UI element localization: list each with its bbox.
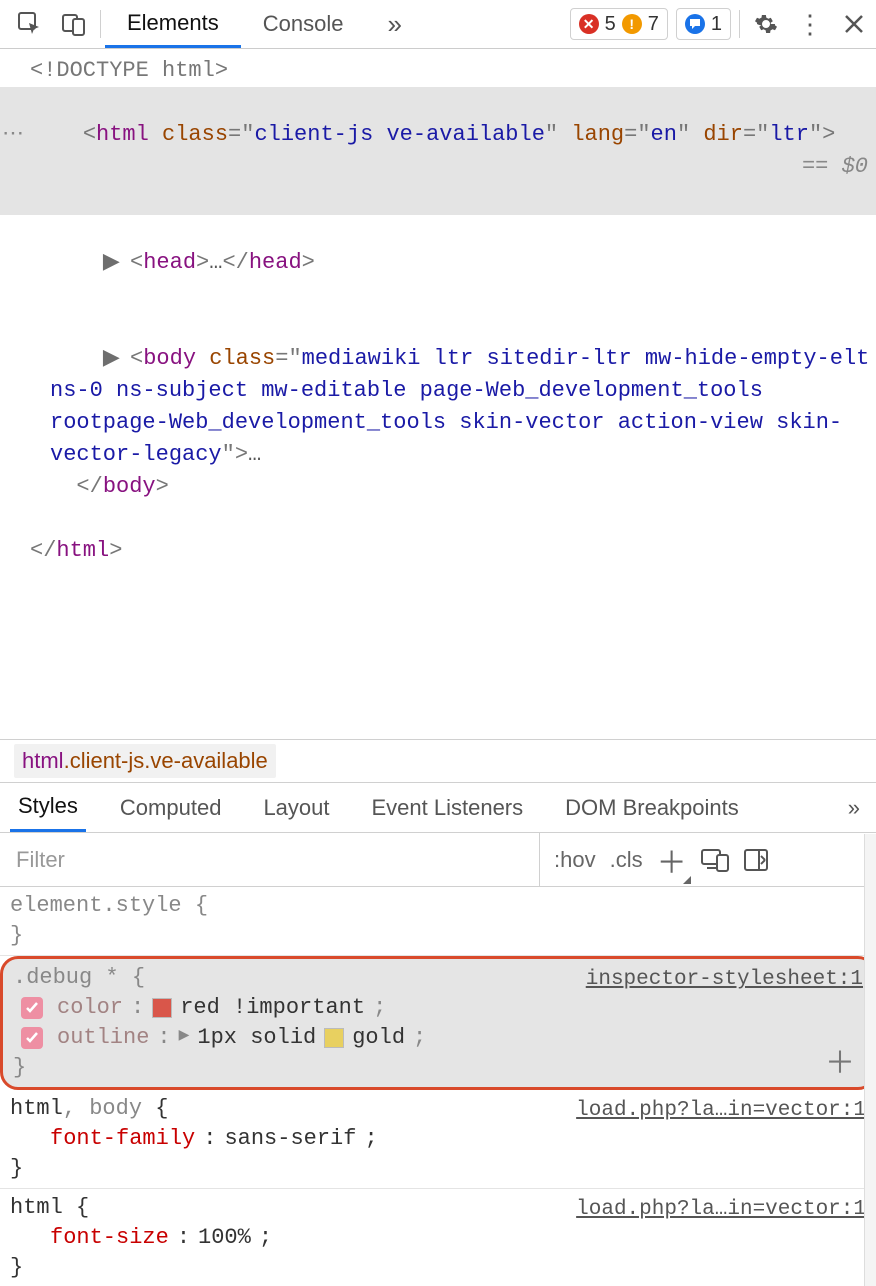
kebab-menu-icon[interactable]: ⋮ <box>788 0 832 48</box>
message-counts[interactable]: 1 <box>676 8 731 40</box>
devtools-toolbar: Elements Console » ✕ 5 7 1 ⋮ <box>0 0 876 49</box>
property-line[interactable]: color: red !important; <box>13 993 863 1023</box>
dom-html-close[interactable]: </html> <box>0 535 876 567</box>
styles-filter-bar: Filter :hov .cls ＋ <box>0 833 876 887</box>
error-count: 5 <box>605 13 616 36</box>
settings-icon[interactable] <box>744 0 788 48</box>
tab-event-listeners[interactable]: Event Listeners <box>364 783 532 832</box>
selected-var: == $0 <box>802 151 868 183</box>
rule-element-style[interactable]: element.style {} <box>0 887 876 956</box>
new-style-rule-button[interactable]: ＋ <box>657 838 687 882</box>
tab-dom-breakpoints[interactable]: DOM Breakpoints <box>557 783 747 832</box>
expand-shorthand-icon[interactable]: ▶ <box>179 1021 190 1051</box>
separator <box>100 10 101 38</box>
dom-head[interactable]: ▶ <head>…</head> <box>0 215 876 311</box>
breadcrumb: html.client-js.ve-available <box>0 739 876 783</box>
dom-html-open[interactable]: ⋯<html class="client-js ve-available" la… <box>0 87 876 215</box>
inspect-icon[interactable] <box>8 0 52 48</box>
device-styles-icon[interactable] <box>701 847 729 873</box>
rule-debug[interactable]: inspector-stylesheet:1 .debug * { color:… <box>0 956 876 1090</box>
tab-console[interactable]: Console <box>241 0 366 48</box>
expand-arrow-icon[interactable]: ▶ <box>103 343 117 375</box>
rule-html-body[interactable]: load.php?la…in=vector:1 html, body { fon… <box>0 1090 876 1189</box>
device-toggle-icon[interactable] <box>52 0 96 48</box>
dom-doctype[interactable]: <!DOCTYPE html> <box>0 55 876 87</box>
console-counts[interactable]: ✕ 5 7 <box>570 8 668 40</box>
expand-arrow-icon[interactable]: ▶ <box>103 247 117 279</box>
property-line[interactable]: font-family: sans-serif; <box>10 1124 866 1154</box>
scrollbar[interactable] <box>864 834 876 1286</box>
panel-tabs: Elements Console » <box>105 0 424 48</box>
separator <box>739 10 740 38</box>
rule-html[interactable]: load.php?la…in=vector:1 html { font-size… <box>0 1189 876 1286</box>
rule-source-link[interactable]: inspector-stylesheet:1 <box>586 965 863 995</box>
tab-elements[interactable]: Elements <box>105 0 241 48</box>
add-property-icon[interactable]: ＋ <box>825 1051 855 1081</box>
tab-computed[interactable]: Computed <box>112 783 230 832</box>
rule-source-link[interactable]: load.php?la…in=vector:1 <box>576 1195 866 1225</box>
overflow-dots-icon: ⋯ <box>2 119 24 151</box>
filter-input[interactable]: Filter <box>0 833 540 886</box>
tabs-more-icon[interactable]: » <box>848 783 876 832</box>
color-swatch[interactable] <box>152 998 172 1018</box>
panel-toggle-icon[interactable] <box>743 848 769 872</box>
property-line[interactable]: font-size: 100%; <box>10 1223 866 1253</box>
breadcrumb-item[interactable]: html.client-js.ve-available <box>14 744 276 778</box>
warning-count: 7 <box>648 13 659 36</box>
property-line[interactable]: outline: ▶ 1px solid gold; <box>13 1023 863 1053</box>
tab-more-icon[interactable]: » <box>365 0 423 48</box>
error-icon: ✕ <box>579 14 599 34</box>
message-count: 1 <box>711 13 722 36</box>
hov-button[interactable]: :hov <box>554 847 596 873</box>
dom-tree[interactable]: <!DOCTYPE html> ⋯<html class="client-js … <box>0 49 876 739</box>
tab-layout[interactable]: Layout <box>255 783 337 832</box>
close-icon[interactable] <box>832 0 876 48</box>
color-swatch[interactable] <box>324 1028 344 1048</box>
message-icon <box>685 14 705 34</box>
warning-icon <box>622 14 642 34</box>
tab-styles[interactable]: Styles <box>10 783 86 832</box>
styles-rules: element.style {} inspector-stylesheet:1 … <box>0 887 876 1286</box>
rule-source-link[interactable]: load.php?la…in=vector:1 <box>576 1096 866 1126</box>
property-checkbox[interactable] <box>21 997 43 1019</box>
dom-body[interactable]: ▶ <body class="mediawiki ltr sitedir-ltr… <box>0 311 876 535</box>
cls-button[interactable]: .cls <box>610 847 643 873</box>
styles-tabs: Styles Computed Layout Event Listeners D… <box>0 783 876 833</box>
property-checkbox[interactable] <box>21 1027 43 1049</box>
